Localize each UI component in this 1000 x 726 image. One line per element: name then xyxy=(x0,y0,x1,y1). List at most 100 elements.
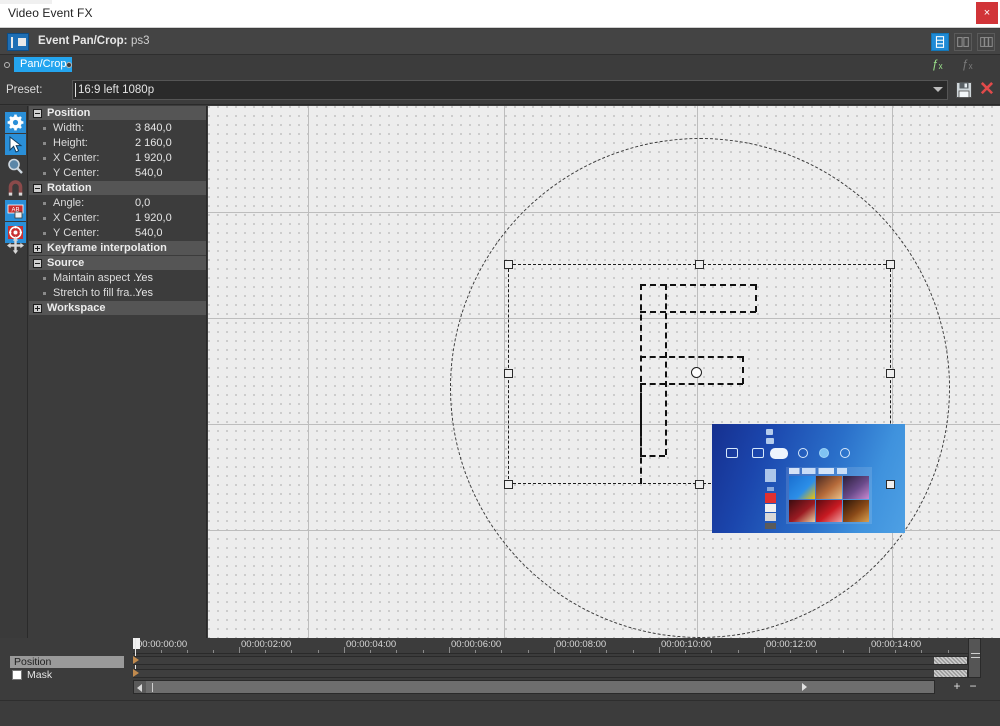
ruler-timecode: 00:00:04:00 xyxy=(346,639,397,650)
track-position[interactable]: Position xyxy=(10,656,124,668)
prop-value[interactable]: 540,0 xyxy=(135,166,163,181)
prop-group-position[interactable]: Position xyxy=(29,106,206,121)
window-close-button[interactable]: × xyxy=(976,2,998,24)
prop-group-source[interactable]: Source xyxy=(29,256,206,271)
prop-value[interactable]: 540,0 xyxy=(135,226,163,241)
scroll-left-button[interactable] xyxy=(134,681,146,693)
pan-crop-canvas[interactable] xyxy=(208,106,1000,638)
ps-circle-icon xyxy=(840,448,850,458)
timeline-zoom-in-button[interactable]: + xyxy=(950,680,964,694)
prop-value[interactable]: Yes xyxy=(135,271,153,286)
mask-path-segment[interactable] xyxy=(742,356,744,384)
keyframe-marker[interactable] xyxy=(133,669,139,677)
prop-label: Angle: xyxy=(53,197,85,209)
crop-handle-top-center[interactable] xyxy=(695,260,704,269)
prop-value[interactable]: 3 840,0 xyxy=(135,121,172,136)
crop-handle-middle-left[interactable] xyxy=(504,369,513,378)
prop-row-maintain-aspect-ratio[interactable]: Maintain aspect ... Yes xyxy=(29,271,206,286)
expand-icon xyxy=(33,304,42,313)
video-frame-preview[interactable] xyxy=(712,424,905,533)
prop-row-width[interactable]: Width: 3 840,0 xyxy=(29,121,206,136)
layout-columns-icon[interactable] xyxy=(954,33,972,51)
timeline-ruler[interactable]: 00:00:00:00 00:00:02:00 00:00:04:00 00:0… xyxy=(133,638,968,654)
preset-text-caret xyxy=(75,83,76,97)
mask-path-segment[interactable] xyxy=(640,383,642,456)
track-label: Mask xyxy=(27,669,53,681)
chain-input-dot xyxy=(4,62,10,68)
tool-zoom[interactable] xyxy=(5,156,26,177)
layout-grid-icon[interactable] xyxy=(977,33,995,51)
mask-path-segment[interactable] xyxy=(665,284,667,455)
rotation-handle[interactable] xyxy=(691,367,702,378)
chain-item-pan-crop[interactable]: Pan/Crop xyxy=(14,57,73,72)
prop-group-rotation[interactable]: Rotation xyxy=(29,181,206,196)
tool-settings[interactable] xyxy=(5,112,26,133)
crop-handle-bottom-left[interactable] xyxy=(504,480,513,489)
magnet-icon xyxy=(8,180,23,196)
prop-row-angle[interactable]: Angle: 0,0 xyxy=(29,196,206,211)
prop-row-position-y-center[interactable]: Y Center: 540,0 xyxy=(29,166,206,181)
row-bullet xyxy=(43,232,46,235)
prop-row-rotation-y-center[interactable]: Y Center: 540,0 xyxy=(29,226,206,241)
track-lane-position[interactable] xyxy=(133,656,968,665)
mask-path-segment[interactable] xyxy=(640,356,743,358)
lane-out-of-range xyxy=(934,657,967,664)
ps-tile-grid xyxy=(789,476,869,522)
tool-magnet-snap[interactable] xyxy=(5,178,26,199)
mask-path-segment[interactable] xyxy=(640,284,756,286)
prop-row-rotation-x-center[interactable]: X Center: 1 920,0 xyxy=(29,211,206,226)
crop-handle-top-left[interactable] xyxy=(504,260,513,269)
mask-checkbox[interactable] xyxy=(12,670,22,680)
mask-path-segment[interactable] xyxy=(640,383,743,385)
move-cross-icon xyxy=(7,237,24,254)
remove-fx-icon[interactable]: ƒₓ xyxy=(962,57,973,71)
track-lane-mask[interactable] xyxy=(133,669,968,678)
scroll-right-button[interactable] xyxy=(798,680,811,694)
prop-row-stretch-to-fill-frame[interactable]: Stretch to fill fra... Yes xyxy=(29,286,206,301)
mask-path-segment[interactable] xyxy=(640,455,665,457)
timeline-zoom-out-button[interactable]: − xyxy=(966,680,980,694)
tools-toolbar: AB xyxy=(0,106,28,638)
ps-notification-icon xyxy=(766,438,774,444)
prop-group-title: Source xyxy=(47,257,85,269)
chevron-left-icon xyxy=(137,684,142,692)
crop-handle-middle-right[interactable] xyxy=(886,369,895,378)
prop-value[interactable]: 1 920,0 xyxy=(135,151,172,166)
add-fx-icon[interactable]: ƒₓ xyxy=(932,57,943,71)
chevron-down-icon[interactable] xyxy=(933,87,943,92)
expand-icon xyxy=(33,244,42,253)
prop-label: Maintain aspect ... xyxy=(53,272,143,284)
prop-row-height[interactable]: Height: 2 160,0 xyxy=(29,136,206,151)
save-preset-button[interactable] xyxy=(954,80,974,100)
timeline-horizontal-scrollbar[interactable] xyxy=(133,680,935,694)
mask-path-segment[interactable] xyxy=(640,311,756,313)
prop-group-workspace[interactable]: Workspace xyxy=(29,301,206,316)
timeline-vertical-scrollbar[interactable] xyxy=(968,638,981,678)
tool-move[interactable] xyxy=(5,235,26,256)
prop-row-position-x-center[interactable]: X Center: 1 920,0 xyxy=(29,151,206,166)
keyframe-marker[interactable] xyxy=(133,656,139,664)
prop-group-keyframe-interpolation[interactable]: Keyframe interpolation xyxy=(29,241,206,256)
prop-value[interactable]: 1 920,0 xyxy=(135,211,172,226)
prop-value[interactable]: 0,0 xyxy=(135,196,150,211)
pan-crop-icon xyxy=(7,33,29,51)
crop-handle-top-right[interactable] xyxy=(886,260,895,269)
prop-value[interactable]: Yes xyxy=(135,286,153,301)
tool-mask-toggle[interactable]: AB xyxy=(5,200,26,221)
delete-preset-button[interactable]: ✕ xyxy=(977,80,997,100)
ps-controller-icon xyxy=(770,448,788,459)
row-bullet xyxy=(43,217,46,220)
track-label: Position xyxy=(14,656,52,668)
prop-value[interactable]: 2 160,0 xyxy=(135,136,172,151)
tool-selection[interactable] xyxy=(5,134,26,155)
arrow-pointer-icon xyxy=(9,135,23,153)
window-title: Video Event FX xyxy=(8,6,93,20)
track-mask[interactable]: Mask xyxy=(10,669,124,681)
crop-handle-bottom-right[interactable] xyxy=(886,480,895,489)
crop-handle-bottom-center[interactable] xyxy=(695,480,704,489)
preset-input[interactable]: 16:9 left 1080p xyxy=(72,80,948,100)
mask-path-segment[interactable] xyxy=(755,284,757,312)
ruler-timecode: 00:00:06:00 xyxy=(451,639,502,650)
layout-single-icon[interactable] xyxy=(931,33,949,51)
window-titlebar: Video Event FX × xyxy=(0,0,1000,28)
